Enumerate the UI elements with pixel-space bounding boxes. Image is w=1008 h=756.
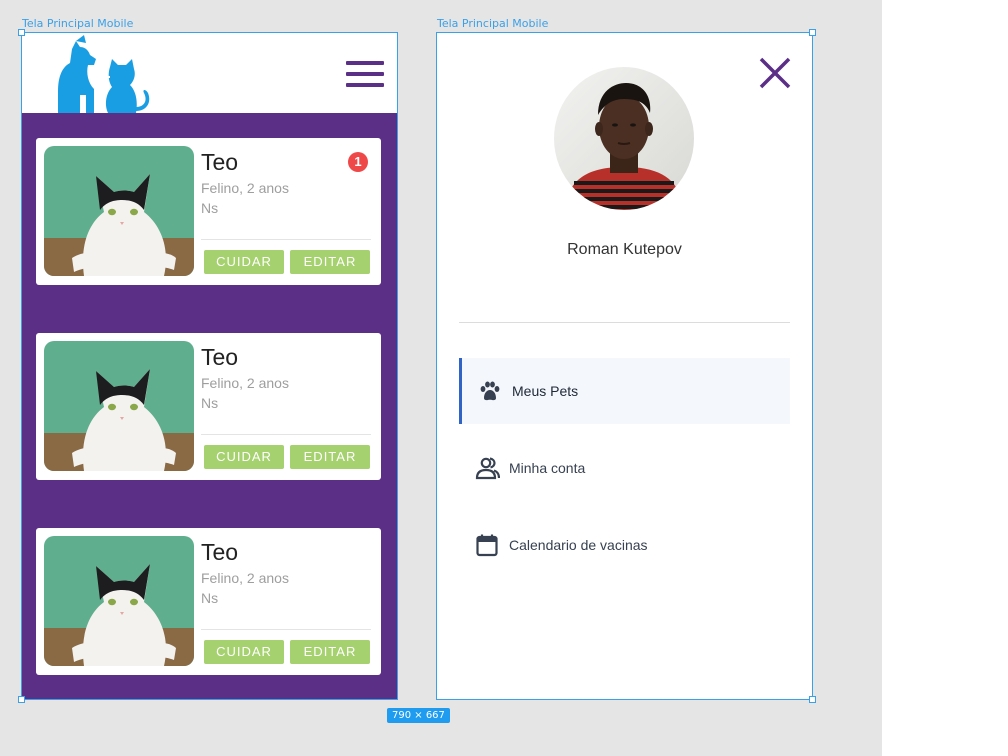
cuidar-button[interactable]: CUIDAR <box>204 250 284 274</box>
pet-card: Teo Felino, 2 anos Ns CUIDAR EDITAR 1 <box>36 138 381 285</box>
pet-photo <box>44 341 194 471</box>
editar-button[interactable]: EDITAR <box>290 640 370 664</box>
pet-photo <box>44 536 194 666</box>
editar-button[interactable]: EDITAR <box>290 445 370 469</box>
notification-badge[interactable]: 1 <box>348 152 368 172</box>
pet-info: Felino, 2 anos <box>201 180 289 196</box>
selection-handle[interactable] <box>18 29 25 36</box>
calendar-icon <box>473 531 501 559</box>
user-name: Roman Kutepov <box>567 241 682 258</box>
pet-card: Teo Felino, 2 anos Ns CUIDAR EDITAR <box>36 333 381 480</box>
pet-extra: Ns <box>201 395 219 411</box>
design-canvas: Tela Principal Mobile Tela Principal Mob… <box>0 0 882 756</box>
pet-photo <box>44 146 194 276</box>
menu-label-meus-pets: Meus Pets <box>512 383 579 399</box>
user-avatar <box>554 67 694 210</box>
frame-label-left: Tela Principal Mobile <box>22 17 134 30</box>
dimensions-badge: 790 × 667 <box>387 708 450 723</box>
selection-handle[interactable] <box>809 696 816 703</box>
cuidar-button[interactable]: CUIDAR <box>204 445 284 469</box>
drawer-screen-frame: Roman Kutepov Meus Pets Minha conta Cale… <box>436 32 813 700</box>
pet-name: Teo <box>201 149 239 175</box>
pet-extra: Ns <box>201 590 219 606</box>
drawer-divider <box>459 322 790 323</box>
card-divider <box>201 629 371 630</box>
cuidar-button[interactable]: CUIDAR <box>204 640 284 664</box>
menu-label-calendario-de-vacinas: Calendario de vacinas <box>509 537 648 553</box>
menu-item-minha-conta[interactable]: Minha conta <box>459 435 790 501</box>
card-divider <box>201 434 371 435</box>
main-screen-frame: Teo Felino, 2 anos Ns CUIDAR EDITAR 1 Te… <box>21 32 398 700</box>
pet-info: Felino, 2 anos <box>201 570 289 586</box>
pet-name: Teo <box>201 344 239 370</box>
pet-info: Felino, 2 anos <box>201 375 289 391</box>
close-icon[interactable] <box>757 55 793 91</box>
users-icon <box>473 454 501 482</box>
menu-item-calendario-de-vacinas[interactable]: Calendario de vacinas <box>459 512 790 578</box>
menu-label-minha-conta: Minha conta <box>509 460 586 476</box>
dog-cat-logo-icon <box>58 35 150 113</box>
pet-card: Teo Felino, 2 anos Ns CUIDAR EDITAR <box>36 528 381 675</box>
card-divider <box>201 239 371 240</box>
pet-extra: Ns <box>201 200 219 216</box>
paw-icon <box>476 377 504 405</box>
menu-hamburger-icon[interactable] <box>346 61 384 89</box>
selection-handle[interactable] <box>809 29 816 36</box>
pet-name: Teo <box>201 539 239 565</box>
frame-label-right: Tela Principal Mobile <box>437 17 549 30</box>
editar-button[interactable]: EDITAR <box>290 250 370 274</box>
menu-item-meus-pets[interactable]: Meus Pets <box>459 358 790 424</box>
selection-handle[interactable] <box>18 696 25 703</box>
app-header <box>22 33 397 113</box>
